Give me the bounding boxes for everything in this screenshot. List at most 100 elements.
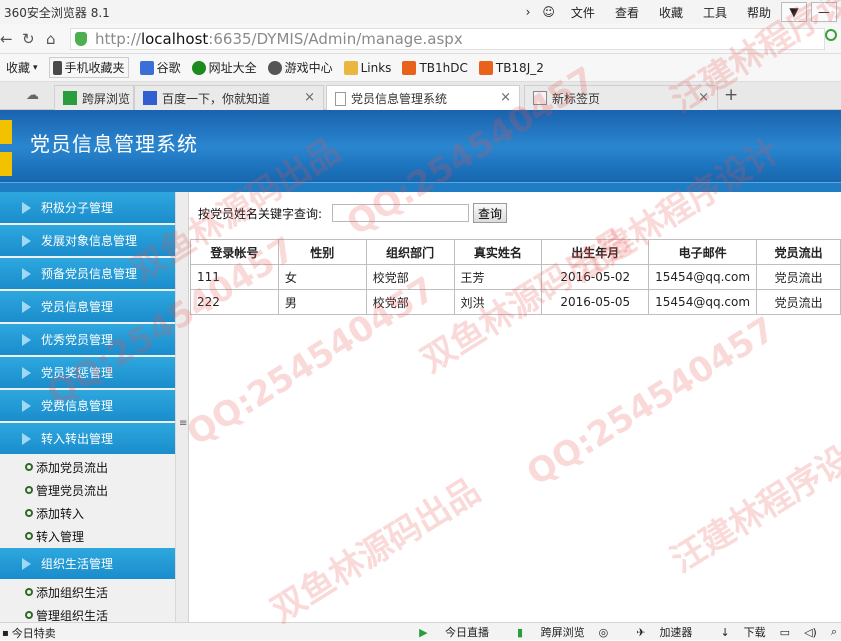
skin-icon[interactable]: ▼ <box>781 2 807 22</box>
tab-bar: ☁ 跨屏浏览 百度一下，你就知道 × 党员信息管理系统 × 新标签页 × + <box>0 82 841 111</box>
back-small-icon[interactable]: › <box>520 5 537 19</box>
url-field[interactable]: http://localhost:6635/DYMIS/Admin/manage… <box>70 28 825 50</box>
cell-email: 15454@qq.com <box>648 289 758 315</box>
search-button[interactable]: 查询 <box>473 203 508 223</box>
bookmark-tb2[interactable]: TB18J_2 <box>478 60 544 75</box>
status-cross-screen[interactable]: ▮ 跨屏浏览 <box>503 624 585 640</box>
sidebar-item-rewards[interactable]: 党员奖惩管理 <box>0 357 175 388</box>
zoom-icon[interactable]: ⌕ <box>831 625 837 639</box>
back-icon[interactable]: ← <box>0 30 13 48</box>
favorites-menu[interactable]: 收藏 ▾ <box>6 59 38 76</box>
outflow-link[interactable]: 党员流出 <box>756 264 841 290</box>
sidebar-item-members[interactable]: 党员信息管理 <box>0 291 175 322</box>
triangle-right-icon <box>22 366 31 379</box>
sidebar-item-dues[interactable]: 党费信息管理 <box>0 390 175 421</box>
menu-tools[interactable]: 工具 <box>693 4 737 21</box>
triangle-right-icon <box>22 300 31 313</box>
triangle-right-icon <box>22 557 31 570</box>
triangle-right-icon <box>22 234 31 247</box>
flag-icon: ▪ <box>2 627 9 639</box>
cell-account: 111 <box>190 264 279 290</box>
download-icon: ↓ <box>720 626 730 639</box>
main-content: 按党员姓名关键字查询: 查询 登录帐号 性别 组织部门 真实姓名 出生年月 电子… <box>190 192 841 622</box>
menu-file[interactable]: 文件 <box>561 4 605 21</box>
ie-icon[interactable]: ◎ <box>599 626 609 639</box>
favorites-bar: 收藏 ▾ 手机收藏夹 谷歌 网址大全 游戏中心 Links TB1hDC TB18… <box>0 54 841 82</box>
tab-party-system[interactable]: 党员信息管理系统 × <box>326 85 520 111</box>
menu-help[interactable]: 帮助 <box>737 4 781 21</box>
close-icon[interactable]: × <box>500 90 511 105</box>
bookmark-nav[interactable]: 网址大全 <box>191 59 257 76</box>
close-icon[interactable]: × <box>304 90 315 105</box>
column-header: 电子邮件 <box>648 239 758 265</box>
status-accelerator[interactable]: ✈ 加速器 <box>622 624 692 640</box>
circle-bullet-icon <box>25 509 33 517</box>
sidebar-item-transfer[interactable]: 转入转出管理 <box>0 423 175 454</box>
table-header-row: 登录帐号 性别 组织部门 真实姓名 出生年月 电子邮件 党员流出 <box>190 239 841 265</box>
sidebar-sub-manage-org-life[interactable]: 管理组织生活 <box>0 604 175 622</box>
status-download[interactable]: ↓ 下载 <box>706 624 765 640</box>
sidebar-sub-add-outflow[interactable]: 添加党员流出 <box>0 456 175 479</box>
bookmark-tb1[interactable]: TB1hDC <box>402 60 468 75</box>
menu-favorites[interactable]: 收藏 <box>649 4 693 21</box>
cell-account: 222 <box>190 289 279 315</box>
bookmark-google[interactable]: 谷歌 <box>139 59 181 76</box>
sidebar-item-activists[interactable]: 积极分子管理 <box>0 192 175 223</box>
sidebar-sub-add-org-life[interactable]: 添加组织生活 <box>0 581 175 604</box>
sidebar-item-probationary[interactable]: 预备党员信息管理 <box>0 258 175 289</box>
circle-bullet-icon <box>25 532 33 540</box>
sidebar-splitter[interactable]: ≡ <box>175 192 189 622</box>
window-title: 360安全浏览器 8.1 <box>4 6 110 20</box>
bookmark-links[interactable]: Links <box>343 60 391 75</box>
grid-icon <box>533 91 547 105</box>
phone-icon: ▮ <box>517 626 524 639</box>
refresh-icon[interactable]: ↻ <box>22 30 35 48</box>
game-icon <box>267 60 282 75</box>
column-header: 登录帐号 <box>190 239 279 265</box>
baidu-icon <box>143 91 157 105</box>
tab-new[interactable]: 新标签页 × <box>524 85 718 110</box>
status-left[interactable]: ▪ 今日特卖 <box>2 625 56 641</box>
browser-title-bar: 360安全浏览器 8.1 › ☺ 文件 查看 收藏 工具 帮助 ▼ — <box>0 0 841 24</box>
sidebar-item-development[interactable]: 发展对象信息管理 <box>0 225 175 256</box>
table-row: 222 男 校党部 刘洪 2016-05-05 15454@qq.com 党员流… <box>190 289 841 315</box>
url-text[interactable]: http://localhost:6635/DYMIS/Admin/manage… <box>95 30 463 48</box>
browser-status-bar: ▪ 今日特卖 ▶ 今日直播 ▮ 跨屏浏览 ◎ ✈ 加速器 ↓ 下载 ▭ ◁) ⌕ <box>0 622 841 640</box>
search-input[interactable] <box>332 204 470 222</box>
triangle-right-icon <box>22 201 31 214</box>
sidebar-sub-add-transfer-in[interactable]: 添加转入 <box>0 502 175 525</box>
tab-cross-screen[interactable]: 跨屏浏览 <box>54 85 134 110</box>
bookmark-phone[interactable]: 手机收藏夹 <box>48 57 129 78</box>
outflow-link[interactable]: 党员流出 <box>756 289 841 315</box>
extension-icon[interactable] <box>825 29 837 41</box>
cell-birth: 2016-05-05 <box>541 289 650 315</box>
triangle-right-icon <box>22 333 31 346</box>
speaker-icon[interactable]: ◁) <box>804 626 817 639</box>
status-live[interactable]: ▶ 今日直播 <box>405 624 489 640</box>
circle-bullet-icon <box>25 588 33 596</box>
cloud-icon[interactable]: ☁ <box>26 88 39 103</box>
sidebar-item-org-life[interactable]: 组织生活管理 <box>0 548 175 579</box>
close-icon[interactable]: × <box>698 90 709 105</box>
sidebar-item-excellent[interactable]: 优秀党员管理 <box>0 324 175 355</box>
menu-view[interactable]: 查看 <box>605 4 649 21</box>
cross-screen-icon <box>63 91 77 105</box>
bookmark-game[interactable]: 游戏中心 <box>267 59 333 76</box>
folder-icon <box>343 60 358 75</box>
monitor-icon[interactable]: ▭ <box>780 626 790 639</box>
sidebar-sub-manage-transfer-in[interactable]: 转入管理 <box>0 525 175 548</box>
app-header: 党员信息管理系统 <box>0 110 841 192</box>
sidebar-sub-manage-outflow[interactable]: 管理党员流出 <box>0 479 175 502</box>
triangle-right-icon <box>22 267 31 280</box>
minimize-button[interactable]: — <box>811 2 837 22</box>
tab-baidu[interactable]: 百度一下，你就知道 × <box>134 85 324 110</box>
circle-bullet-icon <box>25 486 33 494</box>
column-header: 党员流出 <box>756 239 841 265</box>
cell-department: 校党部 <box>365 264 455 290</box>
user-icon[interactable]: ☺ <box>536 5 561 19</box>
taobao-icon <box>402 60 417 75</box>
left-edge-tabs <box>0 120 12 180</box>
new-tab-icon[interactable]: + <box>724 85 738 105</box>
home-icon[interactable]: ⌂ <box>46 30 56 48</box>
address-bar: ← ↻ ⌂ http://localhost:6635/DYMIS/Admin/… <box>0 24 841 54</box>
